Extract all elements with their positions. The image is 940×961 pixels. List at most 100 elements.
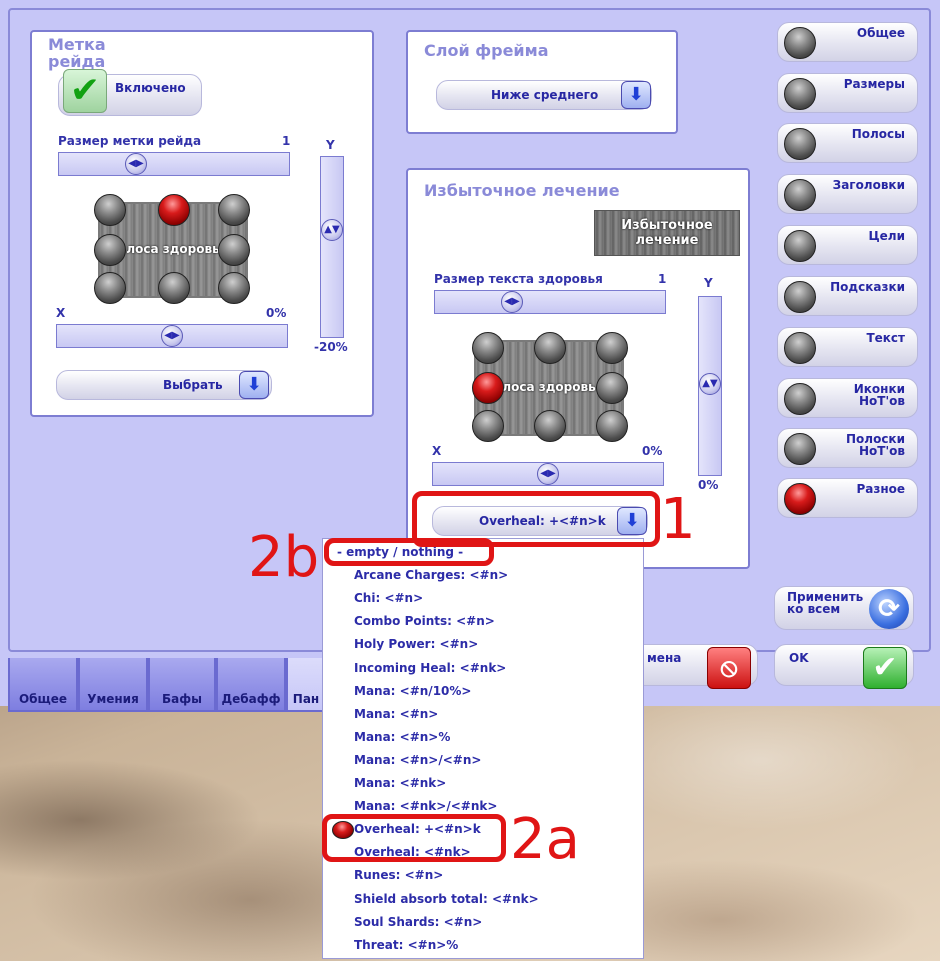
apply-to-all-button[interactable]: Применить ко всем ⟳ xyxy=(774,586,914,630)
raid-mark-x-label: X xyxy=(56,306,66,320)
tab-abilities[interactable]: Умения xyxy=(78,658,148,712)
anchor-top-right[interactable] xyxy=(596,332,628,364)
nav-button-1[interactable]: Размеры xyxy=(777,73,918,113)
nav-button-label: Полосы xyxy=(851,127,905,141)
nav-button-label: Заголовки xyxy=(832,178,905,192)
tab-label: Бафы xyxy=(161,692,202,706)
frame-layer-dropdown[interactable]: Ниже среднего ⬇ xyxy=(436,80,652,110)
frame-layer-panel: Слой фрейма Ниже среднего ⬇ xyxy=(406,30,678,134)
dropdown-arrow-icon[interactable]: ⬇ xyxy=(239,371,269,399)
annotation-label-2a: 2a xyxy=(510,807,580,872)
raid-mark-enabled-toggle[interactable]: ✔ Включено xyxy=(58,69,202,116)
indicator-icon xyxy=(784,281,816,313)
nav-button-2[interactable]: Полосы xyxy=(777,123,918,163)
tab-label: Пан xyxy=(292,692,320,706)
nav-button-label: Полоски HoT'ов xyxy=(846,432,905,458)
anchor-bottom-center[interactable] xyxy=(534,410,566,442)
tab-label: Дебафф xyxy=(221,692,281,706)
anchor-top-left[interactable] xyxy=(94,194,126,226)
check-icon: ✔ xyxy=(63,69,107,113)
raid-mark-select-label: Выбрать xyxy=(163,378,223,392)
dropdown-item[interactable]: Chi: <#n> xyxy=(354,591,423,605)
raid-mark-title: Метка рейда xyxy=(48,35,106,71)
dropdown-item[interactable]: Mana: <#n> xyxy=(354,707,438,721)
anchor-right[interactable] xyxy=(596,372,628,404)
dropdown-item[interactable]: Threat: <#n>% xyxy=(354,938,458,952)
overheal-y-label: Y xyxy=(704,276,713,290)
dropdown-arrow-icon[interactable]: ⬇ xyxy=(621,81,651,109)
tab-label: Умения xyxy=(87,692,139,706)
anchor-right[interactable] xyxy=(218,234,250,266)
active-indicator-icon xyxy=(784,483,816,515)
slider-knob-icon[interactable]: ◀▶ xyxy=(161,325,183,347)
slider-knob-icon[interactable]: ▲▼ xyxy=(699,373,721,395)
dropdown-item[interactable]: Shield absorb total: <#nk> xyxy=(354,892,539,906)
indicator-icon xyxy=(784,179,816,211)
tab-debuffs[interactable]: Дебафф xyxy=(216,658,286,712)
dropdown-item[interactable]: Arcane Charges: <#n> xyxy=(354,568,508,582)
raid-mark-size-slider[interactable]: ◀▶ xyxy=(58,152,290,176)
anchor-left[interactable] xyxy=(94,234,126,266)
dropdown-item[interactable]: Mana: <#n>/<#n> xyxy=(354,753,481,767)
tab-buffs[interactable]: Бафы xyxy=(148,658,216,712)
dropdown-item[interactable]: Mana: <#n>% xyxy=(354,730,450,744)
slider-knob-icon[interactable]: ◀▶ xyxy=(537,463,559,485)
raid-mark-size-value: 1 xyxy=(282,134,291,148)
annotation-label-2b: 2b xyxy=(248,525,320,590)
overheal-x-slider[interactable]: ◀▶ xyxy=(432,462,664,486)
frame-layer-value: Ниже среднего xyxy=(491,88,599,102)
overheal-format-dropdown-list: - empty / nothing - Arcane Charges: <#n> C… xyxy=(322,538,644,959)
dropdown-item[interactable]: Mana: <#nk>/<#nk> xyxy=(354,799,497,813)
nav-button-7[interactable]: Иконки HoT'ов xyxy=(777,378,918,418)
overheal-y-slider[interactable]: ▲▼ xyxy=(698,296,722,476)
raid-mark-y-label: Y xyxy=(326,138,335,152)
raid-mark-x-slider[interactable]: ◀▶ xyxy=(56,324,288,348)
raid-mark-select-dropdown[interactable]: Выбрать ⬇ xyxy=(56,370,272,400)
dropdown-item[interactable]: Holy Power: <#n> xyxy=(354,637,478,651)
anchor-top-right[interactable] xyxy=(218,194,250,226)
dropdown-item[interactable]: Mana: <#nk> xyxy=(354,776,446,790)
tab-panel-active[interactable]: Пан xyxy=(286,658,326,712)
ok-button[interactable]: OK ✔ xyxy=(774,644,914,689)
dropdown-item[interactable]: Incoming Heal: <#nk> xyxy=(354,661,506,675)
raid-mark-y-slider[interactable]: ▲▼ xyxy=(320,156,344,338)
nav-button-6[interactable]: Текст xyxy=(777,327,918,367)
slider-knob-icon[interactable]: ▲▼ xyxy=(321,219,343,241)
nav-button-0[interactable]: Общее xyxy=(777,22,918,62)
cancel-label: мена xyxy=(647,651,682,665)
cancel-icon: ⦸ xyxy=(707,647,751,689)
anchor-bottom-right[interactable] xyxy=(596,410,628,442)
anchor-bottom-center[interactable] xyxy=(158,272,190,304)
dropdown-item[interactable]: Combo Points: <#n> xyxy=(354,614,495,628)
raid-mark-size-label: Размер метки рейда xyxy=(58,134,202,148)
anchor-bottom-left[interactable] xyxy=(472,410,504,442)
anchor-top-center-selected[interactable] xyxy=(158,194,190,226)
nav-button-3[interactable]: Заголовки xyxy=(777,174,918,214)
indicator-icon xyxy=(784,230,816,262)
anchor-bottom-right[interactable] xyxy=(218,272,250,304)
dropdown-item[interactable]: Mana: <#n/10%> xyxy=(354,684,471,698)
overheal-size-slider[interactable]: ◀▶ xyxy=(434,290,666,314)
slider-knob-icon[interactable]: ◀▶ xyxy=(125,153,147,175)
nav-button-label: Текст xyxy=(866,331,905,345)
dropdown-item[interactable]: Soul Shards: <#n> xyxy=(354,915,482,929)
slider-knob-icon[interactable]: ◀▶ xyxy=(501,291,523,313)
nav-button-8[interactable]: Полоски HoT'ов xyxy=(777,428,918,468)
nav-button-9[interactable]: Разное xyxy=(777,478,918,518)
overheal-x-value: 0% xyxy=(642,444,663,458)
dropdown-item[interactable]: Runes: <#n> xyxy=(354,868,443,882)
indicator-icon xyxy=(784,128,816,160)
anchor-top-left[interactable] xyxy=(472,332,504,364)
anchor-bottom-left[interactable] xyxy=(94,272,126,304)
refresh-icon: ⟳ xyxy=(869,589,909,629)
anchor-left-selected[interactable] xyxy=(472,372,504,404)
overheal-size-value: 1 xyxy=(658,272,667,286)
tab-general[interactable]: Общее xyxy=(8,658,78,712)
overheal-preview-box: Избыточное лечение xyxy=(594,210,740,256)
raid-mark-x-value: 0% xyxy=(266,306,287,320)
nav-button-5[interactable]: Подсказки xyxy=(777,276,918,316)
ok-check-icon: ✔ xyxy=(863,647,907,689)
nav-button-label: Цели xyxy=(868,229,905,243)
anchor-top-center[interactable] xyxy=(534,332,566,364)
nav-button-4[interactable]: Цели xyxy=(777,225,918,265)
